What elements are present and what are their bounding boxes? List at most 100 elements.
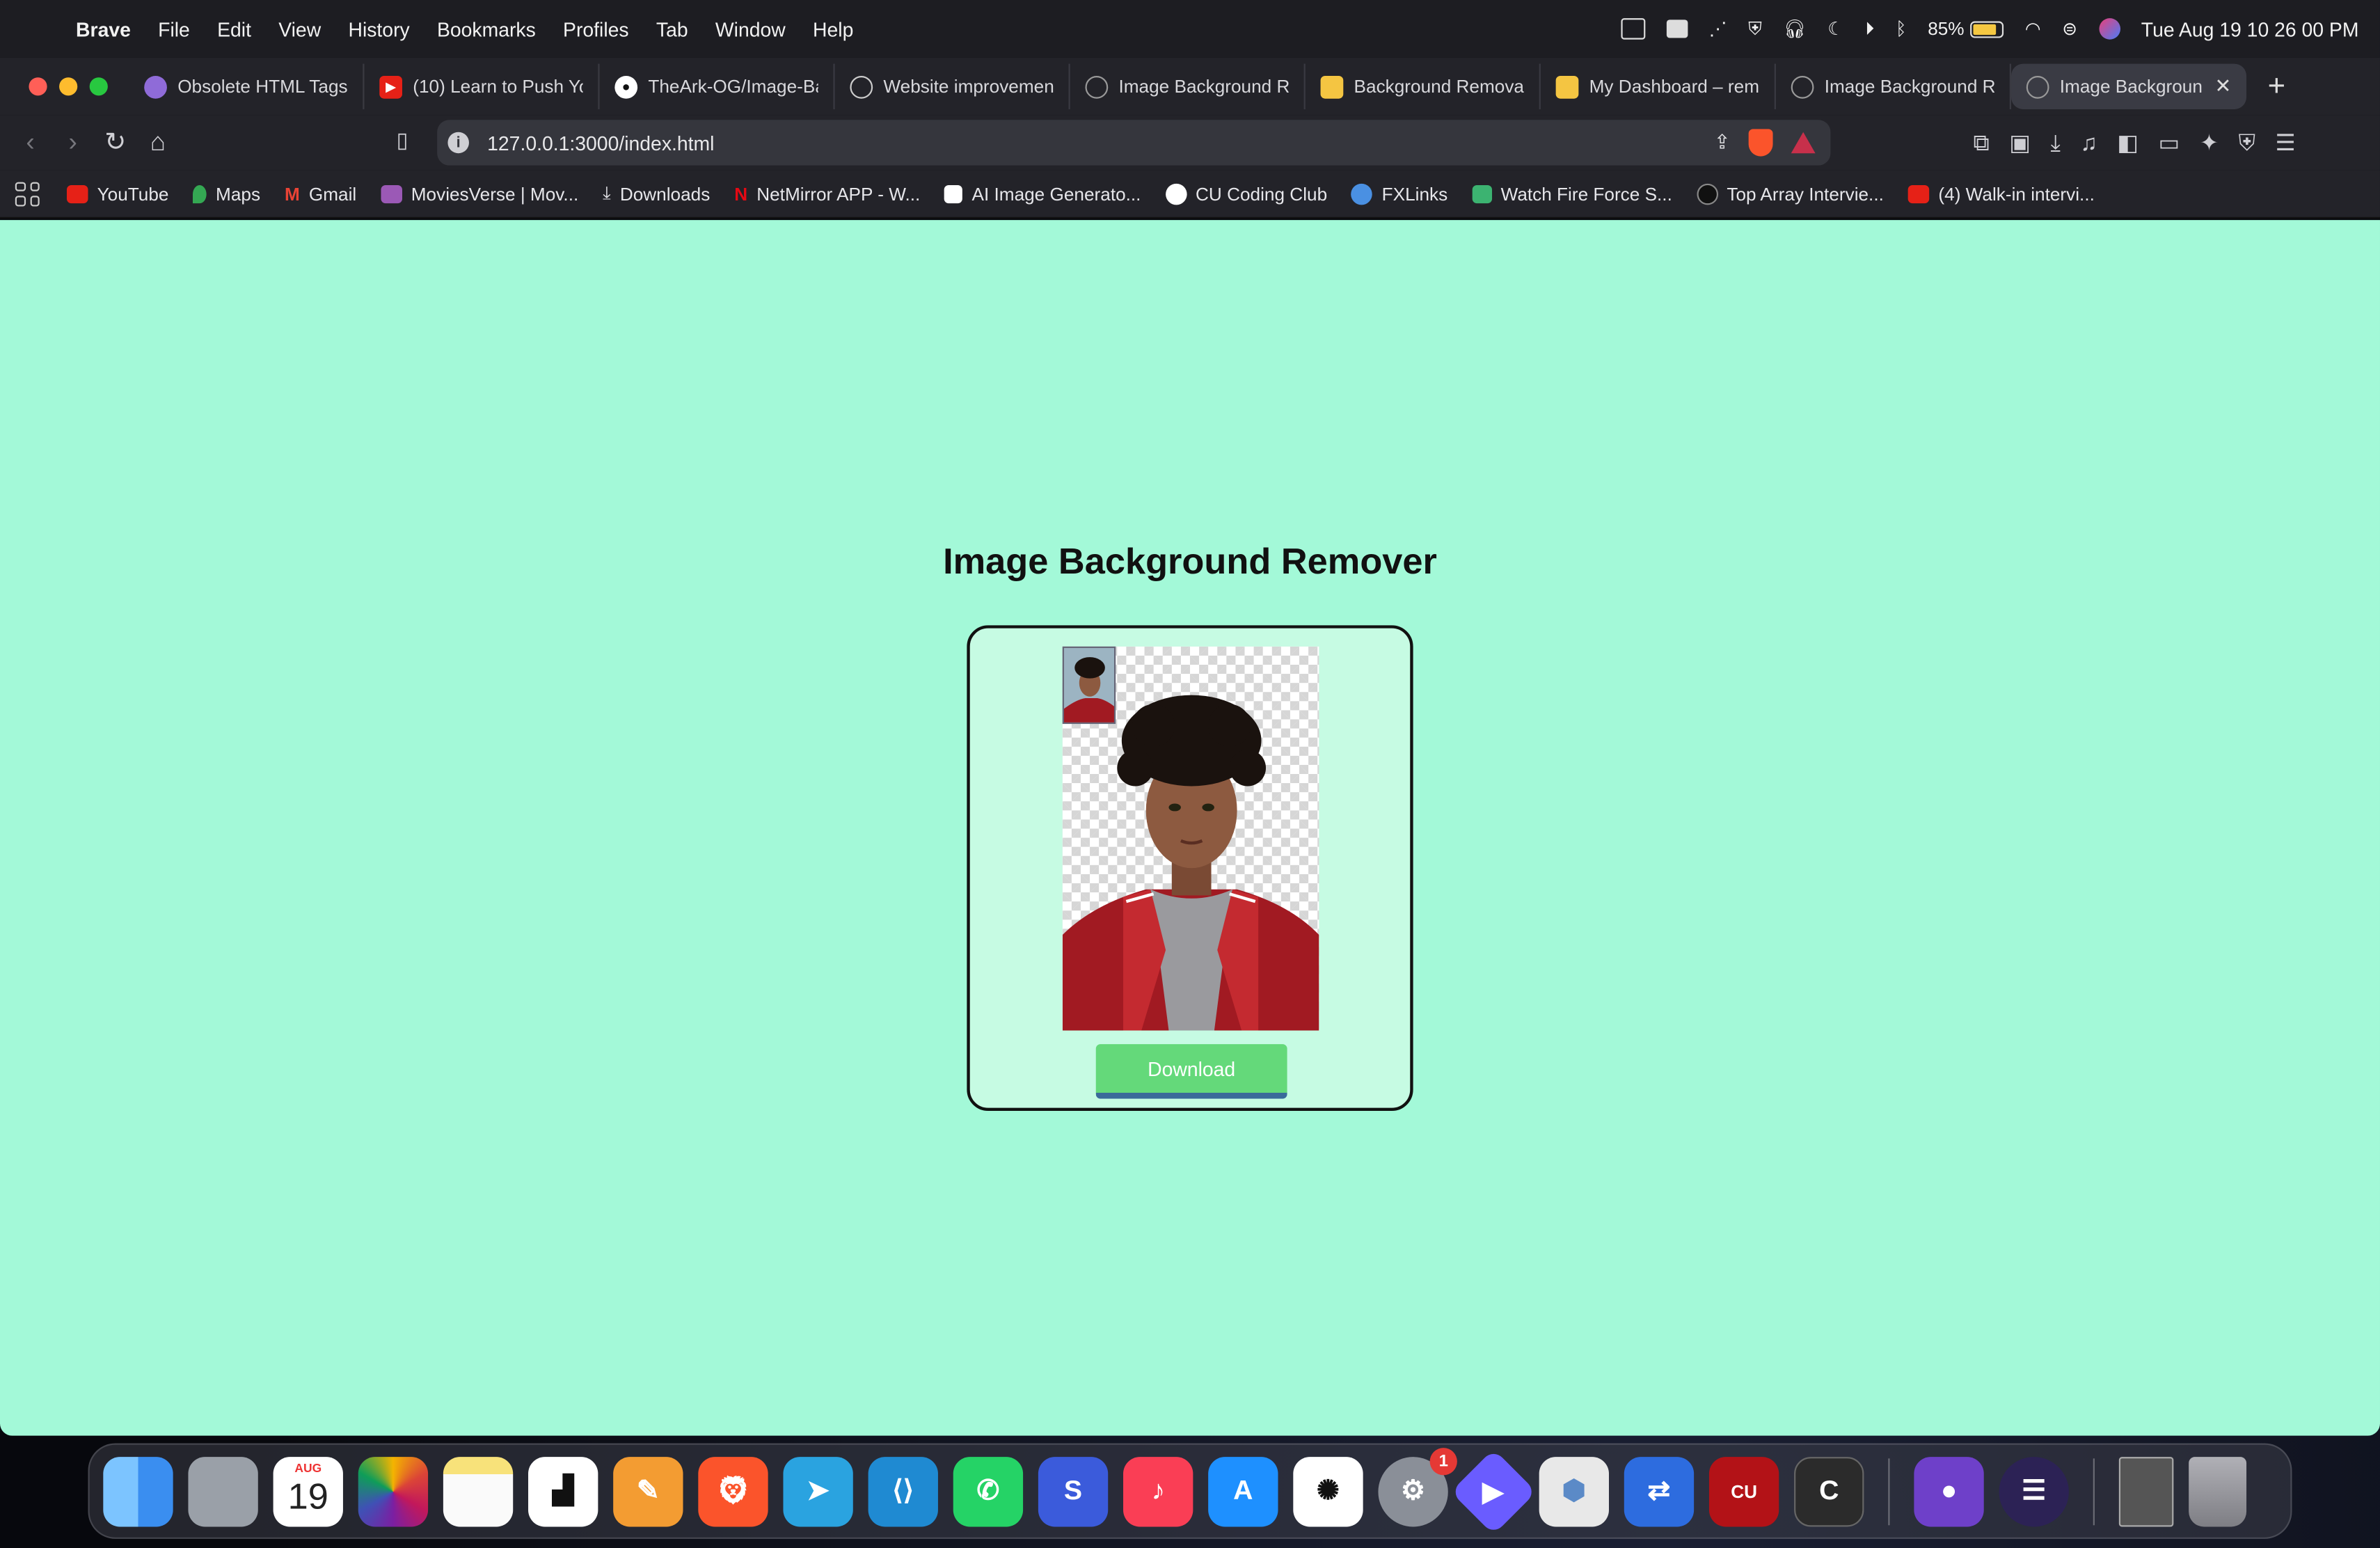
siri-icon[interactable]: [2098, 18, 2120, 40]
close-window-button[interactable]: [29, 77, 47, 96]
menu-tab[interactable]: Tab: [642, 17, 701, 40]
menu-view[interactable]: View: [265, 17, 335, 40]
menu-file[interactable]: File: [145, 17, 204, 40]
photo-preview-icon[interactable]: [2118, 1456, 2174, 1526]
bookmark-top-array[interactable]: Top Array Intervie...: [1696, 182, 1908, 205]
back-icon[interactable]: ‹: [9, 127, 51, 158]
share-icon[interactable]: ⇪: [1714, 131, 1731, 155]
tab-5[interactable]: Background Removal: [1306, 63, 1541, 109]
shield-status-icon[interactable]: ⛨: [1748, 17, 1762, 40]
whatsapp-icon[interactable]: ✆: [953, 1456, 1024, 1526]
finder-icon[interactable]: [103, 1456, 173, 1526]
github-desktop-icon[interactable]: ●: [1914, 1456, 1984, 1526]
original-thumbnail[interactable]: [1062, 646, 1116, 725]
tab-active[interactable]: Image Backgroun ✕: [2010, 63, 2247, 109]
launchpad-icon[interactable]: [188, 1456, 258, 1526]
bookmark-walk-in[interactable]: (4) Walk-in intervi...: [1907, 183, 2119, 204]
menu-profiles[interactable]: Profiles: [549, 17, 642, 40]
shortcut-icon[interactable]: S: [1038, 1456, 1109, 1526]
c-app-icon[interactable]: C: [1794, 1456, 1864, 1526]
unsplash-icon[interactable]: ▟: [528, 1456, 598, 1526]
window-icon[interactable]: [1621, 18, 1645, 40]
system-settings-icon[interactable]: ⚙ 1: [1378, 1447, 1457, 1526]
brave-shields-icon[interactable]: [1748, 129, 1773, 157]
brave-rewards-icon[interactable]: [1791, 132, 1816, 154]
player-icon[interactable]: ▶: [1450, 1448, 1537, 1534]
bookmark-fxlinks[interactable]: FXLinks: [1351, 182, 1472, 205]
dots-icon[interactable]: ⋰: [1709, 18, 1727, 40]
new-tab-button[interactable]: +: [2246, 69, 2285, 104]
bluetooth-icon[interactable]: ᛒ: [1896, 18, 1907, 40]
bookmark-fire-force[interactable]: Watch Fire Force S...: [1472, 183, 1697, 204]
pages-icon[interactable]: ✎: [613, 1456, 683, 1526]
bookmark-maps[interactable]: Maps: [193, 183, 285, 204]
menu-bookmarks[interactable]: Bookmarks: [423, 17, 549, 40]
download-button[interactable]: Download: [1095, 1044, 1287, 1099]
box-app-icon[interactable]: ⬢: [1539, 1456, 1609, 1526]
battery-status[interactable]: 85%: [1928, 18, 2004, 40]
calendar-icon[interactable]: AUG 19: [273, 1456, 343, 1526]
bookmark-downloads[interactable]: ⤓ Downloads: [603, 182, 734, 205]
clock[interactable]: Tue Aug 19 10 26 00 PM: [2141, 17, 2359, 40]
vscode-icon[interactable]: ⟨⟩: [868, 1456, 938, 1526]
bookmark-cu-coding-club[interactable]: CU Coding Club: [1165, 182, 1351, 205]
screenshot-icon[interactable]: ▣: [2009, 129, 2031, 157]
url-text[interactable]: 127.0.0.1:3000/index.html: [487, 132, 714, 155]
play-circle-icon[interactable]: ⏵: [1865, 17, 1874, 40]
bookmark-gmail[interactable]: M Gmail: [285, 183, 381, 205]
brave-icon[interactable]: 🦁︎: [698, 1456, 768, 1526]
telegram-icon[interactable]: ➤: [783, 1456, 853, 1526]
zoom-window-button[interactable]: [89, 77, 108, 96]
reload-icon[interactable]: ↻: [94, 127, 136, 158]
home-icon[interactable]: ⌂: [136, 127, 179, 158]
menu-edit[interactable]: Edit: [203, 17, 264, 40]
tab-6[interactable]: My Dashboard – remo: [1541, 63, 1776, 109]
close-tab-icon[interactable]: ✕: [2214, 74, 2231, 99]
eclipse-icon[interactable]: ☰: [1999, 1456, 2069, 1526]
tab-3[interactable]: Website improvement: [835, 63, 1070, 109]
tab-1[interactable]: ▶ (10) Learn to Push You: [364, 63, 600, 109]
music-icon[interactable]: ♫: [2080, 129, 2097, 155]
tab-7[interactable]: Image Background Re: [1776, 63, 2011, 109]
control-center-icon[interactable]: ⊜: [2062, 18, 2077, 40]
menu-window[interactable]: Window: [701, 17, 799, 40]
download-icon: ⤓: [603, 182, 611, 204]
cu-icon: [1165, 182, 1187, 205]
tab-0[interactable]: Obsolete HTML Tags |: [129, 63, 365, 109]
transfer-icon[interactable]: ⇄: [1624, 1456, 1695, 1526]
site-info-icon[interactable]: i: [447, 132, 469, 154]
bookmark-netmirror[interactable]: N NetMirror APP - W...: [734, 183, 944, 205]
bookmark-youtube[interactable]: YouTube: [66, 183, 193, 204]
minimize-window-button[interactable]: [59, 77, 78, 96]
wallet-icon[interactable]: ▭: [2159, 129, 2180, 157]
extensions-icon[interactable]: ⧉: [1973, 129, 1989, 155]
moon-icon[interactable]: ☾: [1827, 18, 1843, 40]
apps-grid-icon[interactable]: [15, 181, 40, 206]
address-bar[interactable]: i 127.0.0.1:3000/index.html ⇪: [437, 120, 1831, 166]
cu-app-icon[interactable]: CU: [1708, 1456, 1779, 1526]
menu-extras: ⋰ ⛨ 🎧︎ ☾ ⏵ ᛒ 85% ◠ ⊜ Tue Aug 19 10 26 00…: [1621, 17, 2380, 40]
headphones-icon[interactable]: 🎧︎: [1784, 18, 1807, 40]
app-store-icon[interactable]: A: [1208, 1456, 1278, 1526]
vpn-icon[interactable]: ⛨: [2239, 129, 2256, 155]
wifi-icon[interactable]: ◠: [2025, 18, 2041, 40]
menu-icon[interactable]: ☰: [2276, 129, 2296, 157]
tab-4[interactable]: Image Background Re: [1070, 63, 1306, 109]
forward-icon[interactable]: ›: [51, 127, 94, 158]
stack-status-icon[interactable]: [1666, 19, 1688, 38]
menu-app-name[interactable]: Brave: [73, 17, 145, 40]
bookmark-ai-image[interactable]: AI Image Generato...: [944, 183, 1165, 204]
bookmark-moviesverse[interactable]: MoviesVerse | Mov...: [381, 183, 603, 204]
music-icon[interactable]: ♪: [1123, 1456, 1193, 1526]
notes-icon[interactable]: [443, 1456, 514, 1526]
download-icon[interactable]: ⤓: [2050, 129, 2060, 155]
sidebar-icon[interactable]: ◧: [2117, 129, 2139, 157]
chatgpt-icon[interactable]: ✺: [1293, 1456, 1363, 1526]
menu-help[interactable]: Help: [799, 17, 867, 40]
bookmark-page-icon[interactable]: ▯: [381, 127, 423, 153]
menu-history[interactable]: History: [335, 17, 423, 40]
photos-icon[interactable]: [358, 1456, 429, 1526]
trash-icon[interactable]: [2189, 1456, 2247, 1526]
tab-2[interactable]: ● TheArk-OG/Image-Ba: [600, 63, 835, 109]
leo-ai-icon[interactable]: ✦: [2200, 129, 2219, 157]
